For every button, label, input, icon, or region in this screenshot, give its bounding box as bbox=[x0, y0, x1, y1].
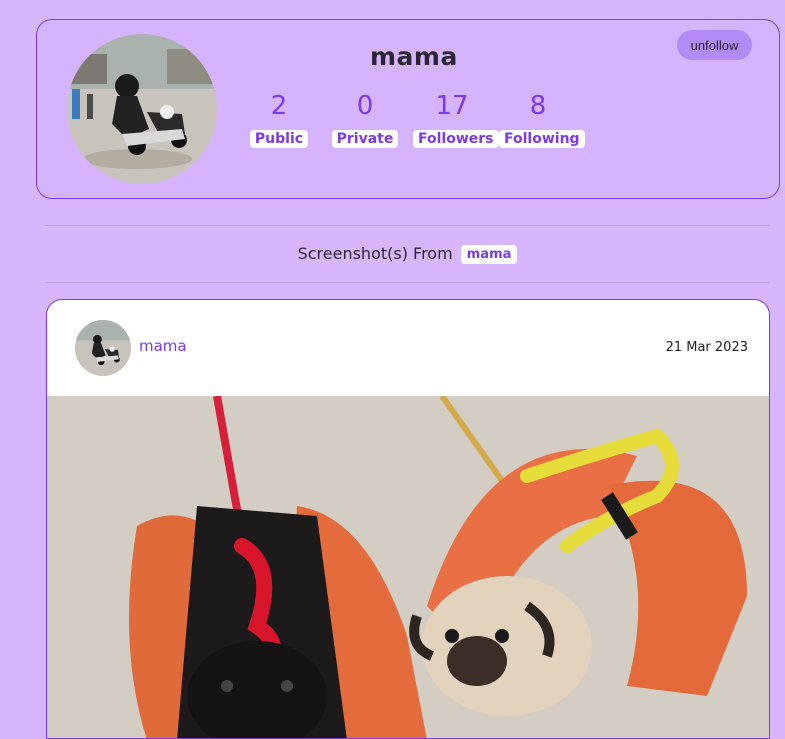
stat-private[interactable]: 0 Private bbox=[326, 90, 404, 148]
stat-following[interactable]: 8 Following bbox=[499, 90, 585, 148]
rider-photo-icon bbox=[75, 320, 131, 376]
post-card[interactable]: mama 21 Mar 2023 bbox=[46, 299, 770, 739]
post-date: 21 Mar 2023 bbox=[665, 340, 748, 355]
stat-private-label: Private bbox=[331, 130, 399, 148]
divider-top bbox=[45, 225, 770, 226]
profile-avatar bbox=[67, 34, 217, 184]
post-screenshot-image[interactable] bbox=[47, 394, 769, 738]
post-author-name[interactable]: mama bbox=[139, 337, 187, 355]
hotdog-dogs-photo-icon bbox=[47, 394, 769, 738]
stat-private-value: 0 bbox=[356, 91, 374, 121]
post-author-avatar[interactable] bbox=[75, 320, 131, 376]
stat-public-value: 2 bbox=[270, 91, 288, 121]
stat-followers[interactable]: 17 Followers bbox=[413, 90, 499, 148]
stat-following-label: Following bbox=[499, 130, 585, 148]
stat-public[interactable]: 2 Public bbox=[240, 90, 318, 148]
rider-photo-icon bbox=[67, 34, 217, 184]
divider-bottom bbox=[45, 282, 770, 283]
stat-public-label: Public bbox=[249, 130, 309, 148]
stat-following-value: 8 bbox=[529, 91, 547, 121]
section-owner-badge[interactable]: mama bbox=[460, 245, 518, 264]
profile-card: mama unfollow 2 Public 0 Private 17 Foll… bbox=[36, 19, 780, 199]
unfollow-button[interactable]: unfollow bbox=[677, 30, 752, 60]
section-heading-text: Screenshot(s) From bbox=[297, 244, 453, 263]
stat-followers-label: Followers bbox=[413, 130, 499, 148]
section-heading: Screenshot(s) From mama bbox=[0, 244, 785, 264]
profile-username: mama bbox=[370, 42, 458, 71]
stat-followers-value: 17 bbox=[435, 91, 469, 121]
